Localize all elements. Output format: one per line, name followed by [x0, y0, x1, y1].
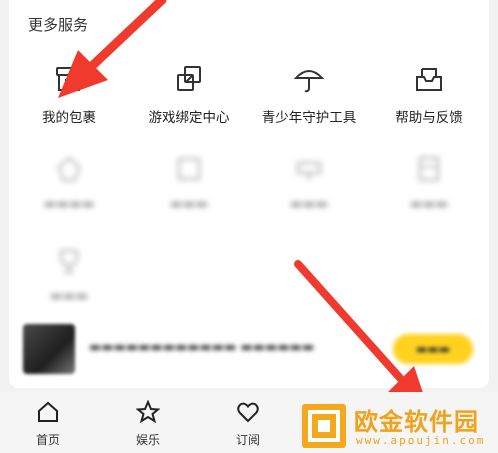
service-label: 青少年守护工具: [261, 110, 357, 126]
service-label: ▬▬▬: [289, 196, 329, 212]
trophy-icon: [52, 244, 86, 278]
tab-home[interactable]: 首页: [18, 400, 78, 448]
banner-text: ▬▬▬▬▬▬▬▬▬▬▬▬ ▬▬▬▬▬▬: [89, 340, 315, 355]
blurred-service[interactable]: ▬▬▬: [9, 244, 129, 304]
services-row: 我的包裹 游戏绑定中心 青少年守护工具 帮助与反馈: [9, 62, 489, 126]
more-services-card: 更多服务 我的包裹 游戏绑定中心 青少年守护工具 帮助与反馈 ▬▬▬▬ ▬▬▬ …: [9, 0, 489, 388]
blurred-service[interactable]: ▬▬▬: [129, 152, 249, 212]
blurred-icon: [172, 152, 206, 186]
service-label: ▬▬▬: [49, 288, 89, 304]
blurred-services-row: ▬▬▬▬ ▬▬▬ ▬▬▬ ▬▬▬: [9, 152, 489, 212]
service-help-feedback[interactable]: 帮助与反馈: [369, 62, 489, 126]
blurred-icon: [292, 152, 326, 186]
link-copy-icon: [172, 62, 206, 96]
service-label: ▬▬▬▬: [43, 196, 95, 212]
promo-banner[interactable]: ▬▬▬▬▬▬▬▬▬▬▬▬ ▬▬▬▬▬▬ ▬▬▬: [9, 320, 489, 378]
service-label: 游戏绑定中心: [148, 110, 230, 126]
blurred-service[interactable]: ▬▬▬: [369, 152, 489, 212]
help-inbox-icon: [412, 62, 446, 96]
tab-label: 首页: [35, 433, 60, 447]
site-watermark: 欧金软件园 www.apoujin.com: [302, 404, 498, 452]
service-my-package[interactable]: 我的包裹: [9, 62, 129, 126]
home-icon: [36, 400, 60, 428]
umbrella-icon: [292, 62, 326, 96]
watermark-url: www.apoujin.com: [356, 434, 486, 447]
tab-subscribe[interactable]: 订阅: [218, 400, 278, 448]
banner-button[interactable]: ▬▬▬: [393, 334, 473, 364]
tab-label: 订阅: [235, 433, 260, 447]
banner-thumbnail: [23, 324, 75, 374]
blurred-icon: [52, 152, 86, 186]
tab-label: 娱乐: [135, 433, 160, 447]
service-label: ▬▬▬: [169, 196, 209, 212]
service-game-binding[interactable]: 游戏绑定中心: [129, 62, 249, 126]
service-label: ▬▬▬: [409, 196, 449, 212]
watermark-logo: [302, 404, 346, 448]
package-box-icon: [52, 62, 86, 96]
service-youth-guard[interactable]: 青少年守护工具: [249, 62, 369, 126]
watermark-title: 欧金软件园: [354, 408, 479, 436]
heart-icon: [236, 400, 260, 428]
service-label: 帮助与反馈: [395, 110, 463, 126]
blurred-icon: [412, 152, 446, 186]
blurred-service[interactable]: ▬▬▬: [249, 152, 369, 212]
star-icon: [135, 399, 161, 428]
service-label: 我的包裹: [42, 110, 96, 126]
tab-entertainment[interactable]: 娱乐: [118, 399, 178, 448]
blurred-service[interactable]: ▬▬▬▬: [9, 152, 129, 212]
blurred-services-row-2: ▬▬▬: [9, 244, 489, 304]
section-title: 更多服务: [28, 16, 89, 34]
